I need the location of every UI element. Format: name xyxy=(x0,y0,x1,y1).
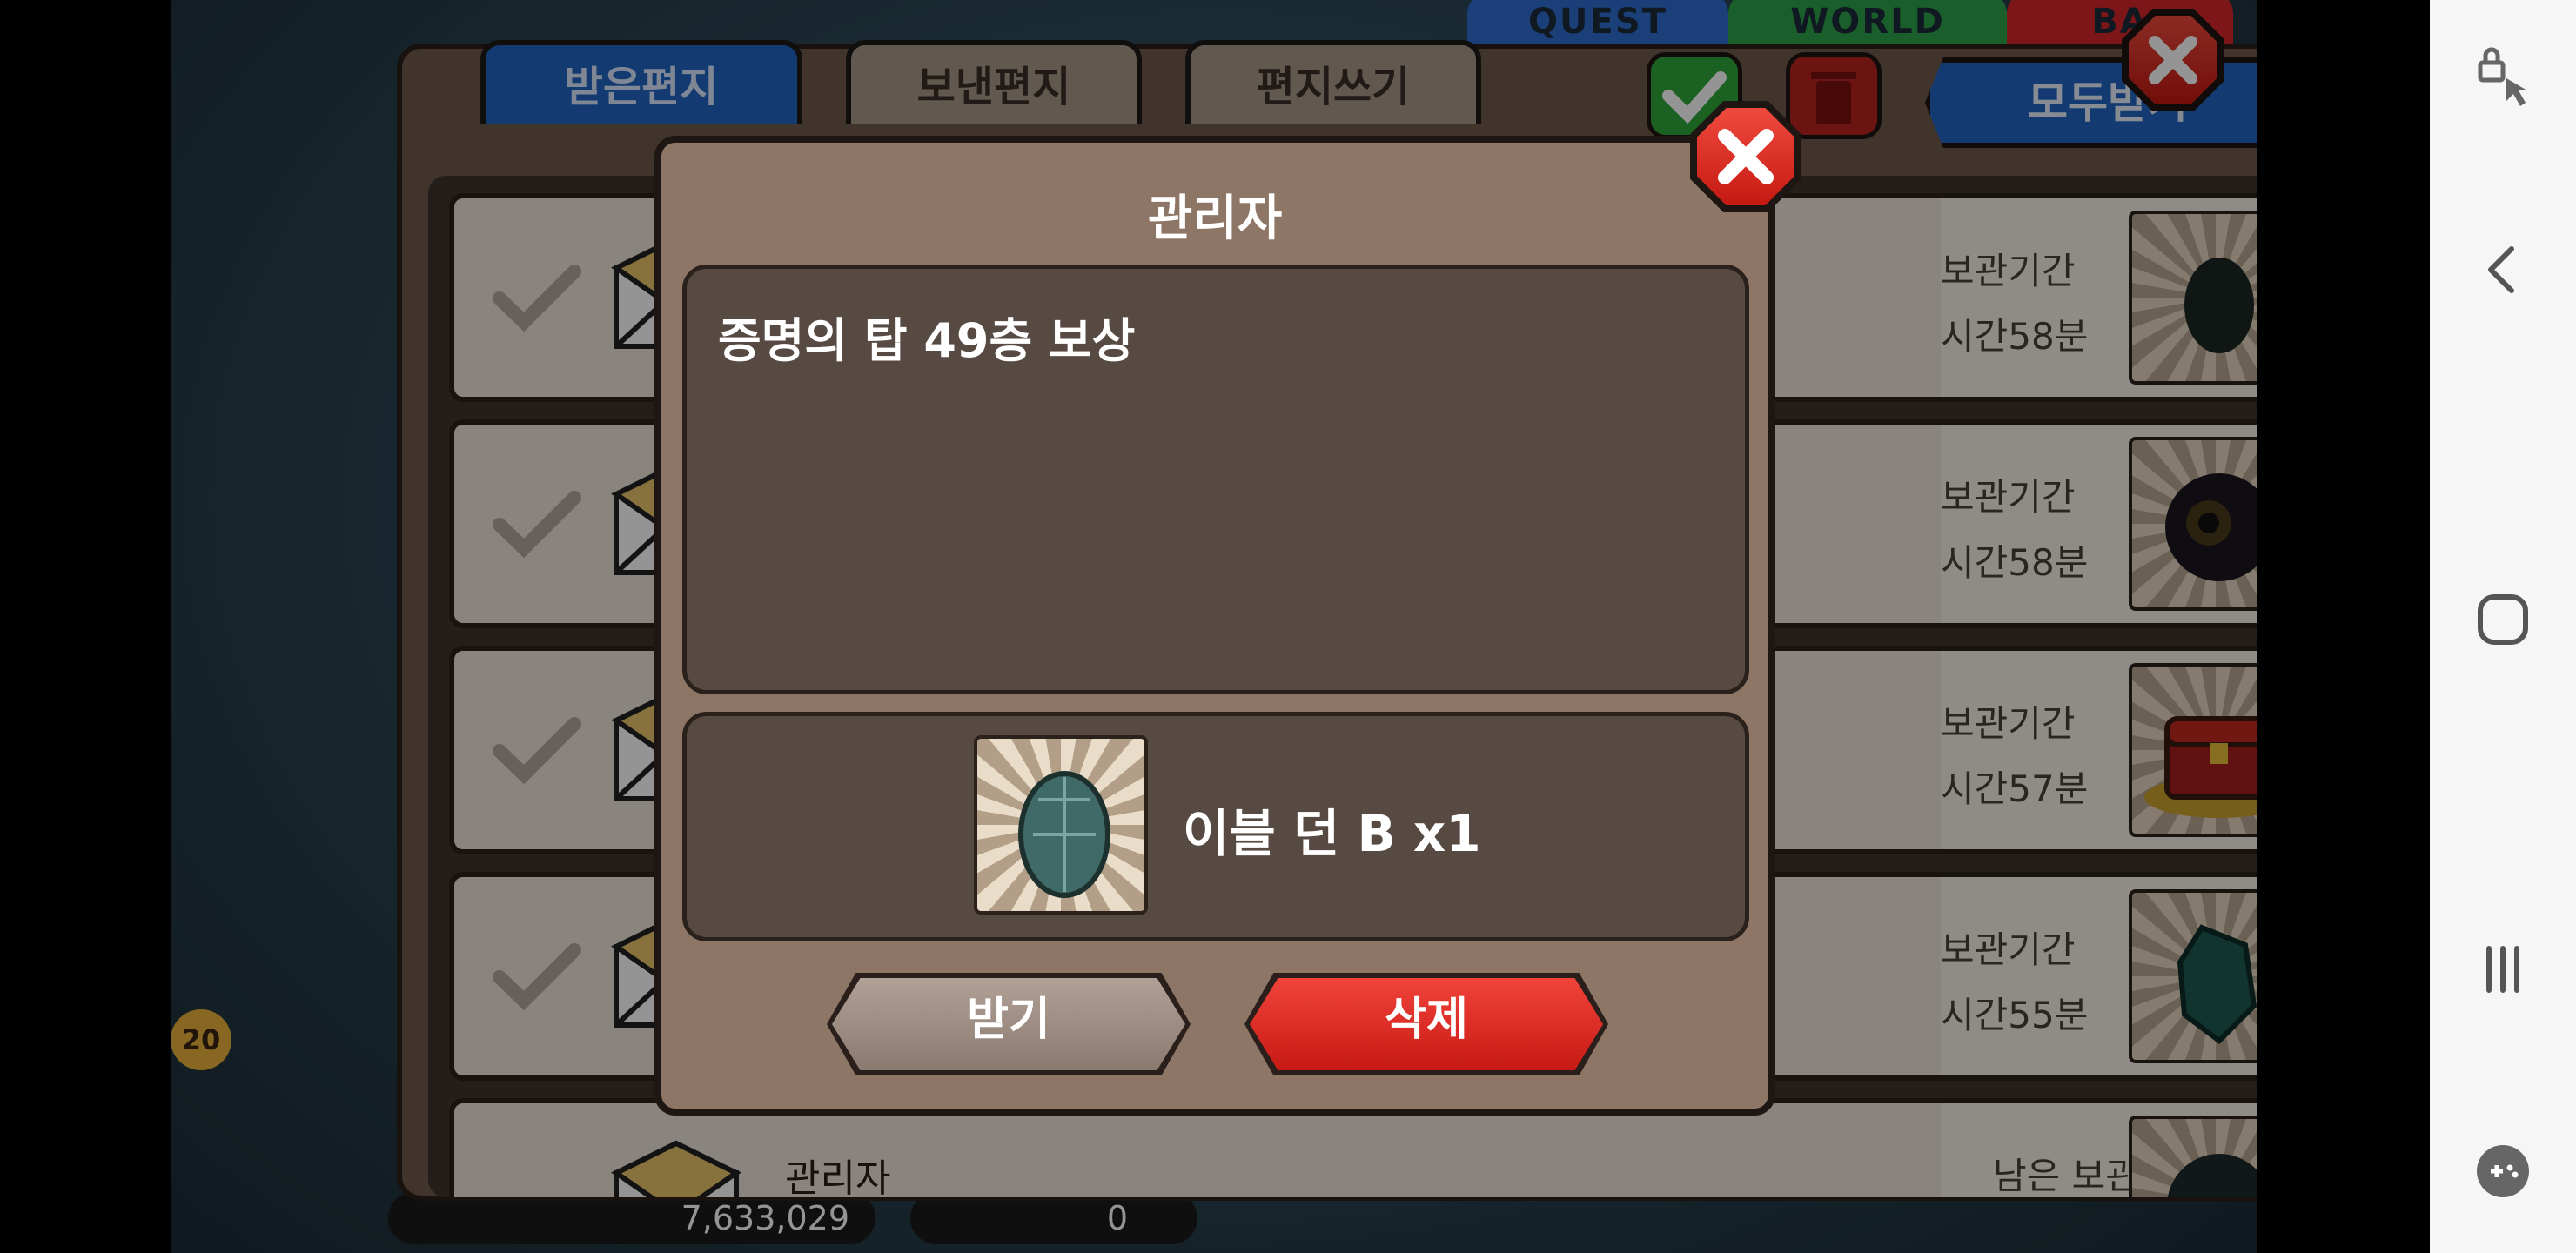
reward-label: 이블 던 B x1 xyxy=(1183,804,1481,863)
delete-button[interactable]: 삭제 xyxy=(1244,973,1608,1075)
reward-box: 이블 던 B x1 xyxy=(682,712,1749,941)
recent-apps-icon[interactable] xyxy=(2468,935,2538,1004)
message-text: 증명의 탑 49층 보상 xyxy=(718,313,1136,368)
message-box: 증명의 탑 49층 보상 xyxy=(682,265,1749,694)
close-icon xyxy=(1718,129,1774,184)
dialog-title: 관리자 xyxy=(1147,191,1283,247)
receive-button[interactable]: 받기 xyxy=(827,973,1191,1075)
mail-detail-dialog: 관리자 증명의 탑 49층 보상 이블 던 B x1 받기 삭제 xyxy=(654,136,1775,1116)
touch-lock-icon[interactable] xyxy=(2468,44,2538,113)
game-tools-icon[interactable] xyxy=(2468,1136,2538,1206)
green-egg-icon xyxy=(974,735,1148,915)
back-icon[interactable] xyxy=(2468,235,2538,305)
android-nav-bar xyxy=(2430,0,2576,1253)
home-icon[interactable] xyxy=(2468,585,2538,654)
